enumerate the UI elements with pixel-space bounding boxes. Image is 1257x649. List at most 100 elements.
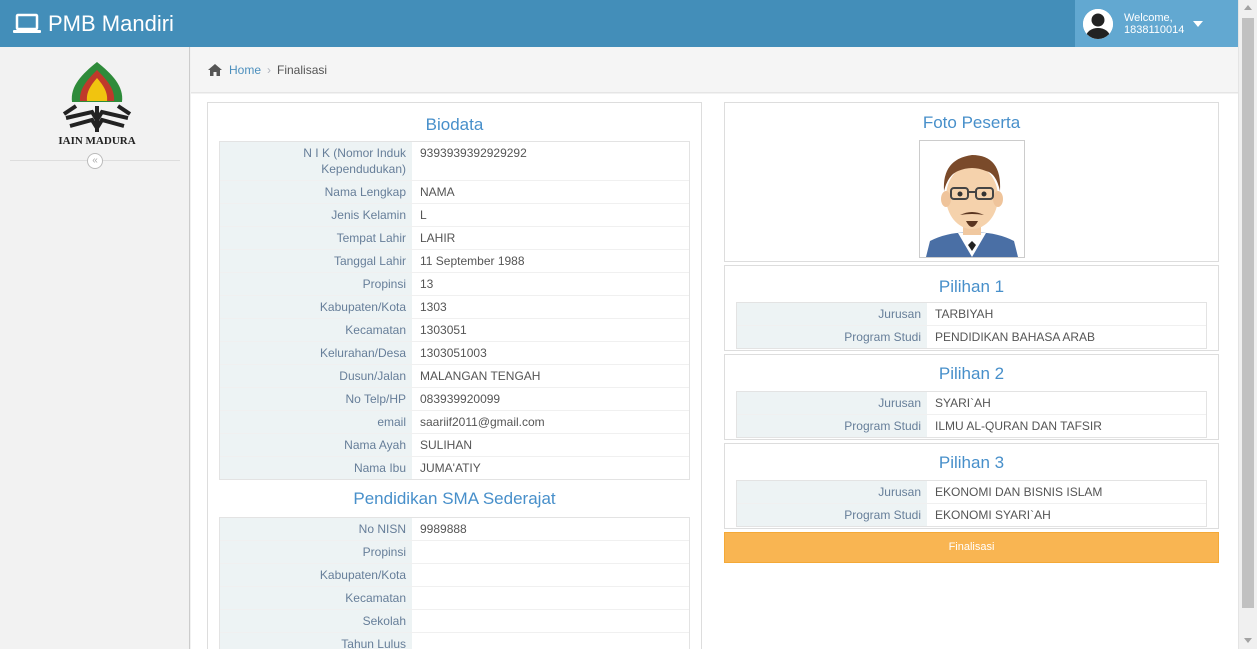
welcome-label: Welcome, [1124, 11, 1173, 24]
home-icon[interactable] [207, 63, 223, 77]
table-row: Kelurahan/Desa 1303051003 [220, 342, 689, 365]
row-value: 083939920099 [420, 392, 501, 406]
row-value: 1303051003 [420, 346, 487, 360]
row-label: Kecamatan [220, 319, 412, 341]
table-row: No NISN 9989888 [220, 518, 689, 541]
table-row: Jurusan SYARI`AH [737, 392, 1206, 415]
participant-avatar-icon [919, 140, 1025, 258]
row-value: 1303 [420, 300, 447, 314]
row-value: saariif2011@gmail.com [420, 415, 545, 429]
row-value: 13 [420, 277, 434, 291]
pilihan-2-table: Jurusan SYARI`AH Program Studi ILMU AL-Q… [736, 391, 1207, 438]
pilihan-2-title: Pilihan 2 [938, 364, 1005, 383]
pendidikan-title: Pendidikan SMA Sederajat [353, 489, 556, 508]
brand[interactable]: PMB Mandiri [12, 9, 174, 39]
table-row: Program Studi PENDIDIKAN BAHASA ARAB [737, 326, 1206, 348]
row-value: 11 September 1988 [420, 254, 525, 268]
page-scrollbar[interactable] [1238, 0, 1257, 649]
scroll-down-icon[interactable] [1244, 638, 1252, 643]
breadcrumb: Home › Finalisasi [191, 47, 1238, 93]
table-row: Jurusan EKONOMI DAN BISNIS ISLAM [737, 481, 1206, 504]
sidebar: IAIN MADURA « [0, 47, 190, 649]
table-row: Kecamatan 1303051 [220, 319, 689, 342]
table-row: Propinsi 13 [220, 273, 689, 296]
scroll-thumb[interactable] [1242, 18, 1254, 608]
row-label: Program Studi [737, 326, 927, 348]
table-row: Jenis Kelamin L [220, 204, 689, 227]
row-label: Jurusan [737, 303, 927, 325]
row-label: Kelurahan/Desa [220, 342, 412, 364]
row-label: Propinsi [220, 273, 412, 295]
row-value: PENDIDIKAN BAHASA ARAB [935, 330, 1096, 344]
pilihan-1-panel: Pilihan 1 Jurusan TARBIYAH Program Studi… [724, 265, 1219, 351]
brand-title: PMB Mandiri [48, 11, 174, 36]
row-value: TARBIYAH [935, 307, 994, 321]
row-label: Sekolah [220, 610, 412, 632]
user-info: Welcome, 1838110014 [1124, 12, 1184, 36]
table-row: Nama Ibu JUMA'ATIY [220, 457, 689, 479]
table-row: Nama Ayah SULIHAN [220, 434, 689, 457]
pilihan-1-title: Pilihan 1 [938, 277, 1005, 296]
row-label: Kabupaten/Kota [220, 564, 412, 586]
username: 1838110014 [1124, 23, 1185, 36]
row-value: SYARI`AH [935, 396, 991, 410]
row-value: JUMA'ATIY [420, 461, 481, 475]
table-row: Kabupaten/Kota [220, 564, 689, 587]
user-menu[interactable]: Welcome, 1838110014 [1075, 0, 1238, 47]
table-row: Tahun Lulus [220, 633, 689, 649]
table-row: Dusun/Jalan MALANGAN TENGAH [220, 365, 689, 388]
row-value: MALANGAN TENGAH [420, 369, 541, 383]
row-value [412, 564, 689, 586]
biodata-panel: Biodata N I K (Nomor Induk Kependudukan)… [207, 102, 702, 649]
row-label: No NISN [220, 518, 412, 540]
row-value: SULIHAN [420, 438, 473, 452]
pilihan-2-panel: Pilihan 2 Jurusan SYARI`AH Program Studi… [724, 354, 1219, 440]
row-label: Propinsi [220, 541, 412, 563]
table-row: Propinsi [220, 541, 689, 564]
user-avatar-icon [1083, 8, 1113, 39]
pilihan-1-table: Jurusan TARBIYAH Program Studi PENDIDIKA… [736, 302, 1207, 349]
row-value: LAHIR [420, 231, 456, 245]
scroll-up-icon[interactable] [1244, 5, 1252, 10]
row-label: Program Studi [737, 415, 927, 437]
row-label: Program Studi [737, 504, 927, 526]
table-row: Program Studi ILMU AL-QURAN DAN TAFSIR [737, 415, 1206, 437]
laptop-icon [12, 11, 42, 37]
row-label: Nama Lengkap [220, 181, 412, 203]
row-label: No Telp/HP [220, 388, 412, 410]
row-label: Tanggal Lahir [220, 250, 412, 272]
table-row: Sekolah [220, 610, 689, 633]
row-label: Nama Ibu [220, 457, 412, 479]
table-row: No Telp/HP 083939920099 [220, 388, 689, 411]
double-chevron-left-icon[interactable]: « [87, 153, 103, 169]
row-value: EKONOMI SYARI`AH [935, 508, 1051, 522]
row-label: N I K (Nomor Induk Kependudukan) [220, 142, 412, 180]
breadcrumb-current: Finalisasi [277, 62, 328, 77]
table-row: Kecamatan [220, 587, 689, 610]
finalisasi-button[interactable]: Finalisasi [724, 532, 1219, 563]
row-value: 1303051 [420, 323, 467, 337]
row-label: Tahun Lulus [220, 633, 412, 649]
caret-down-icon[interactable] [1193, 20, 1204, 27]
row-value: 9989888 [420, 522, 467, 536]
row-label: Kecamatan [220, 587, 412, 609]
breadcrumb-separator: › [267, 62, 272, 77]
row-value: NAMA [420, 185, 455, 199]
row-value: L [420, 208, 427, 222]
table-row: Kabupaten/Kota 1303 [220, 296, 689, 319]
row-value [412, 633, 689, 649]
pendidikan-table: No NISN 9989888 Propinsi Kabupaten/Kota … [219, 517, 690, 649]
row-label: Tempat Lahir [220, 227, 412, 249]
table-row: email saariif2011@gmail.com [220, 411, 689, 434]
pilihan-3-title: Pilihan 3 [938, 453, 1005, 472]
foto-title: Foto Peserta [922, 113, 1021, 132]
table-row: N I K (Nomor Induk Kependudukan) 9393939… [220, 142, 689, 181]
row-label: Kabupaten/Kota [220, 296, 412, 318]
row-label: email [220, 411, 412, 433]
pilihan-3-panel: Pilihan 3 Jurusan EKONOMI DAN BISNIS ISL… [724, 443, 1219, 529]
table-row: Nama Lengkap NAMA [220, 181, 689, 204]
row-value [412, 587, 689, 609]
row-label: Jenis Kelamin [220, 204, 412, 226]
breadcrumb-home-link[interactable]: Home [229, 63, 261, 77]
biodata-table: N I K (Nomor Induk Kependudukan) 9393939… [219, 141, 690, 480]
